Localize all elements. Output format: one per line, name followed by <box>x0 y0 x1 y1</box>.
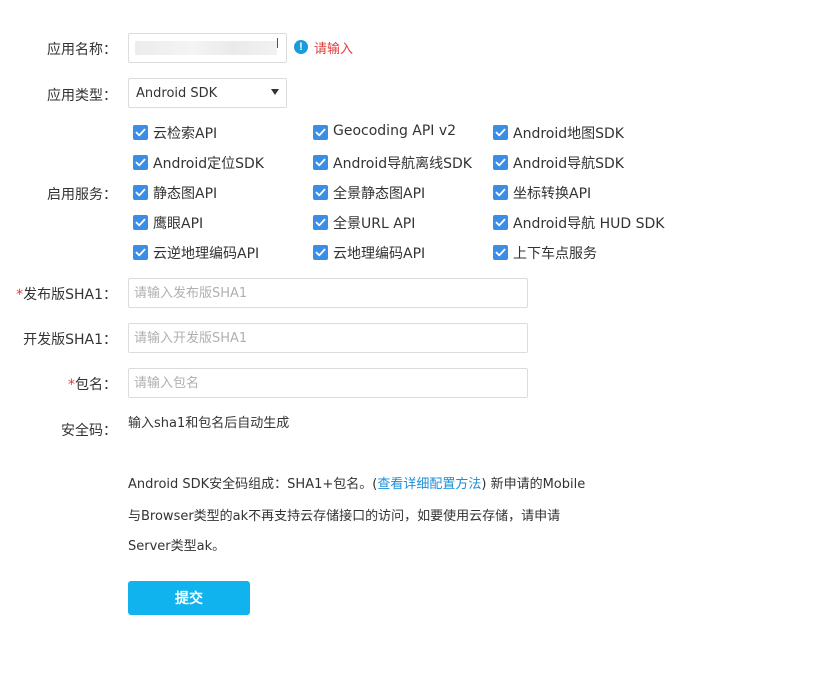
checkbox[interactable] <box>313 215 328 230</box>
note-text: ) 新申请的Mobile <box>481 477 586 492</box>
checkmark-icon <box>315 158 326 167</box>
service-label: 云逆地理编码API <box>153 246 260 262</box>
checkmark-icon <box>135 128 146 137</box>
service-option[interactable]: Android地图SDK <box>493 124 668 142</box>
checkbox[interactable] <box>133 185 148 200</box>
service-label: Android导航 HUD SDK <box>513 216 665 232</box>
package-label-text: 包名： <box>75 377 117 393</box>
service-label: 坐标转换API <box>513 186 592 202</box>
security-note-line1: Android SDK安全码组成：SHA1+包名。(查看详细配置方法) 新申请的… <box>128 473 628 492</box>
security-note-line2: 与Browser类型的ak不再支持云存储接口的访问，如要使用云存储，请申请 <box>128 509 561 524</box>
service-option[interactable]: 鹰眼API <box>133 214 308 232</box>
dev-sha1-label: 开发版SHA1： <box>23 332 117 348</box>
app-type-label: 应用类型： <box>47 88 117 104</box>
checkbox[interactable] <box>493 215 508 230</box>
security-code-hint: 输入sha1和包名后自动生成 <box>128 416 290 431</box>
service-option[interactable]: Android定位SDK <box>133 154 308 172</box>
services-label: 启用服务： <box>47 187 117 203</box>
app-name-obscured-value <box>135 41 277 55</box>
checkmark-icon <box>495 218 506 227</box>
service-label: 全景静态图API <box>333 186 426 202</box>
checkmark-icon <box>315 128 326 137</box>
service-label: Android导航离线SDK <box>333 156 472 172</box>
service-option[interactable]: Android导航离线SDK <box>313 154 488 172</box>
config-method-link[interactable]: 查看详细配置方法 <box>377 477 481 492</box>
checkmark-icon <box>495 128 506 137</box>
release-sha1-label-text: 发布版SHA1： <box>23 287 117 303</box>
app-name-warning: 请输入 <box>314 42 354 57</box>
security-code-label: 安全码： <box>61 423 117 439</box>
service-option[interactable]: 全景URL API <box>313 214 488 232</box>
checkbox[interactable] <box>133 125 148 140</box>
security-note-line3: Server类型ak。 <box>128 539 226 554</box>
checkmark-icon <box>135 248 146 257</box>
checkmark-icon <box>135 218 146 227</box>
service-label: Android导航SDK <box>513 156 624 172</box>
release-sha1-label: *发布版SHA1： <box>0 284 117 304</box>
app-type-selected: Android SDK <box>136 86 218 101</box>
service-option[interactable]: Geocoding API v2 <box>313 123 488 142</box>
checkmark-icon <box>135 188 146 197</box>
service-label: Android地图SDK <box>513 126 624 142</box>
required-mark: * <box>68 377 75 393</box>
checkmark-icon <box>315 218 326 227</box>
service-label: 上下车点服务 <box>513 246 597 262</box>
dev-sha1-input[interactable] <box>128 323 528 353</box>
service-label: Android定位SDK <box>153 156 264 172</box>
service-label: 全景URL API <box>333 216 416 232</box>
checkbox[interactable] <box>313 245 328 260</box>
checkbox[interactable] <box>133 245 148 260</box>
checkbox[interactable] <box>133 215 148 230</box>
service-option[interactable]: Android导航 HUD SDK <box>493 214 668 232</box>
service-label: 鹰眼API <box>153 216 204 232</box>
exclamation-circle-icon: ! <box>294 40 308 54</box>
text-caret <box>277 38 278 48</box>
service-label: 云地理编码API <box>333 246 426 262</box>
service-option[interactable]: 云检索API <box>133 124 308 142</box>
service-option[interactable]: 云地理编码API <box>313 244 488 262</box>
service-option[interactable]: 云逆地理编码API <box>133 244 308 262</box>
package-input[interactable] <box>128 368 528 398</box>
checkbox[interactable] <box>493 245 508 260</box>
service-option[interactable]: 坐标转换API <box>493 184 668 202</box>
checkbox[interactable] <box>133 155 148 170</box>
service-label: 静态图API <box>153 186 218 202</box>
checkbox[interactable] <box>313 155 328 170</box>
service-option[interactable]: 静态图API <box>133 184 308 202</box>
service-label: Geocoding API v2 <box>333 123 457 139</box>
app-type-select[interactable]: Android SDK <box>128 78 287 108</box>
checkbox[interactable] <box>493 155 508 170</box>
package-label: *包名： <box>0 374 117 394</box>
checkmark-icon <box>495 158 506 167</box>
checkbox[interactable] <box>313 185 328 200</box>
release-sha1-input[interactable] <box>128 278 528 308</box>
note-text: Android SDK安全码组成：SHA1+包名。( <box>128 477 378 492</box>
service-option[interactable]: Android导航SDK <box>493 154 668 172</box>
submit-button[interactable]: 提交 <box>128 581 250 615</box>
app-name-label: 应用名称： <box>47 42 117 58</box>
checkmark-icon <box>495 188 506 197</box>
service-label: 云检索API <box>153 126 218 142</box>
checkbox[interactable] <box>493 125 508 140</box>
service-option[interactable]: 全景静态图API <box>313 184 488 202</box>
checkmark-icon <box>495 248 506 257</box>
checkmark-icon <box>135 158 146 167</box>
checkbox[interactable] <box>313 125 328 140</box>
checkmark-icon <box>315 248 326 257</box>
service-option[interactable]: 上下车点服务 <box>493 244 668 262</box>
checkbox[interactable] <box>493 185 508 200</box>
caret-down-icon <box>271 89 279 95</box>
checkmark-icon <box>315 188 326 197</box>
